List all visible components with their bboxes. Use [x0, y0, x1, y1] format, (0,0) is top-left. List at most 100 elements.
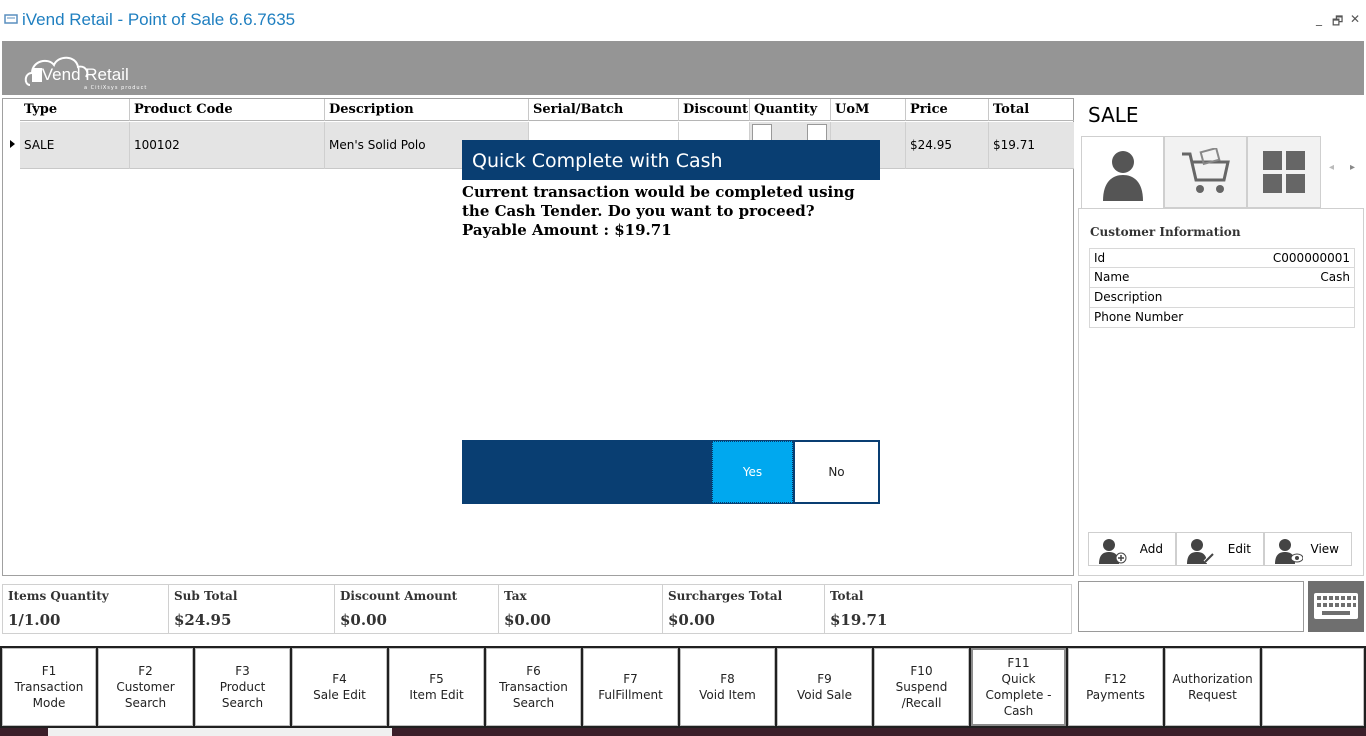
total-value: 1/1.00 — [8, 611, 61, 629]
f3-product-search-button[interactable]: F3 Product Search — [195, 648, 290, 726]
total-surcharges: Surcharges Total $0.00 — [663, 585, 825, 633]
field-value: C000000001 — [1272, 251, 1350, 265]
view-customer-button[interactable]: View — [1264, 532, 1352, 566]
add-customer-button[interactable]: Add — [1088, 532, 1176, 566]
no-button[interactable]: No — [794, 441, 879, 503]
app-icon — [4, 14, 18, 24]
total-label: Surcharges Total — [668, 589, 783, 603]
restore-button[interactable]: 🗗 — [1332, 12, 1343, 33]
column-header-type[interactable]: Type — [20, 99, 130, 121]
total-items-quantity: Items Quantity 1/1.00 — [3, 585, 169, 633]
logo-subtext: a CitiXsys product — [84, 85, 148, 91]
customer-info-title: Customer Information — [1090, 225, 1241, 239]
total-label: Sub Total — [174, 589, 238, 603]
tab-scroll-right-icon[interactable]: ▸ — [1350, 162, 1355, 173]
view-user-icon — [1275, 539, 1303, 564]
field-label: Name — [1094, 270, 1130, 284]
column-header-quantity[interactable]: Quantity — [750, 99, 831, 121]
customer-field-id: Id C000000001 — [1089, 248, 1355, 268]
empty-function-button[interactable] — [1262, 648, 1364, 726]
add-user-icon — [1099, 539, 1127, 564]
scan-input[interactable] — [1079, 582, 1303, 631]
totals-bar: Items Quantity 1/1.00 Sub Total $24.95 D… — [2, 584, 1072, 634]
header-banner: iVend Retail a CitiXsys product — [2, 41, 1364, 95]
total-tax: Tax $0.00 — [499, 585, 663, 633]
close-button[interactable]: ✕ — [1350, 12, 1360, 26]
keyboard-icon — [1314, 593, 1358, 619]
taskbar-search-box[interactable] — [48, 728, 392, 736]
customer-info-panel: Customer Information Id C000000001 Name … — [1078, 208, 1364, 576]
edit-customer-button[interactable]: Edit — [1176, 532, 1264, 566]
column-header-product-code[interactable]: Product Code — [130, 99, 325, 121]
grid-icon — [1263, 151, 1305, 193]
column-header-description[interactable]: Description — [325, 99, 529, 121]
f6-transaction-search-button[interactable]: F6 Transaction Search — [486, 648, 581, 726]
logo-text: iVend Retail — [38, 65, 129, 84]
edit-user-icon — [1187, 539, 1215, 564]
f11-quick-complete-cash-button[interactable]: F11 Quick Complete - Cash — [971, 648, 1066, 726]
side-panel: SALE ◂ ▸ Customer Information Id C000000… — [1078, 98, 1364, 576]
cart-icon — [1181, 148, 1230, 193]
total-grand: Total $19.71 — [825, 585, 1071, 633]
f4-sale-edit-button[interactable]: F4 Sale Edit — [292, 648, 387, 726]
row-selector-arrow-icon — [10, 140, 15, 148]
window-title: iVend Retail - Point of Sale 6.6.7635 — [22, 10, 296, 29]
total-label: Items Quantity — [8, 589, 109, 603]
function-key-bar: F1 Transaction Mode F2 Customer Search F… — [0, 646, 1366, 728]
on-screen-keyboard-button[interactable] — [1308, 581, 1364, 632]
cell-product-code: 100102 — [130, 122, 325, 169]
field-label: Id — [1094, 251, 1106, 265]
scan-input-box[interactable] — [1078, 581, 1304, 632]
total-label: Total — [830, 589, 864, 603]
yes-button[interactable]: Yes — [712, 441, 793, 503]
dialog-message: Current transaction would be completed u… — [462, 183, 855, 239]
taskbar — [0, 728, 1366, 736]
authorization-request-button[interactable]: Authorization Request — [1165, 648, 1260, 726]
tab-menu[interactable] — [1247, 136, 1321, 208]
column-header-serial-batch[interactable]: Serial/Batch — [529, 99, 679, 121]
cell-total: $19.71 — [993, 138, 1035, 152]
field-label: Phone Number — [1094, 310, 1184, 324]
cell-price: $24.95 — [906, 122, 989, 169]
total-value: $0.00 — [668, 611, 715, 629]
title-bar: iVend Retail - Point of Sale 6.6.7635 _ … — [0, 0, 1366, 41]
add-label: Add — [1139, 542, 1163, 556]
column-header-total[interactable]: Total — [989, 99, 1074, 121]
column-header-uom[interactable]: UoM — [831, 99, 906, 121]
field-label: Description — [1094, 290, 1163, 304]
column-header-discount[interactable]: Discount — [679, 99, 750, 121]
f10-suspend-recall-button[interactable]: F10 Suspend /Recall — [874, 648, 969, 726]
f7-fulfillment-button[interactable]: F7 FulFillment — [583, 648, 678, 726]
f9-void-sale-button[interactable]: F9 Void Sale — [777, 648, 872, 726]
cell-type: SALE — [20, 122, 130, 169]
dialog-title: Quick Complete with Cash — [462, 140, 880, 180]
edit-label: Edit — [1227, 542, 1251, 556]
column-header-price[interactable]: Price — [906, 99, 989, 121]
total-label: Tax — [504, 589, 527, 603]
field-value: Cash — [1320, 270, 1350, 284]
grid-header: Type Product Code Description Serial/Bat… — [20, 99, 1074, 121]
total-value: $19.71 — [830, 611, 888, 629]
customer-field-description: Description — [1089, 288, 1355, 308]
view-label: View — [1310, 542, 1339, 556]
tab-scroll-left-icon[interactable]: ◂ — [1329, 162, 1334, 173]
total-sub-total: Sub Total $24.95 — [169, 585, 335, 633]
minimize-button[interactable]: _ — [1316, 12, 1322, 26]
total-discount-amount: Discount Amount $0.00 — [335, 585, 499, 633]
customer-field-name: Name Cash — [1089, 268, 1355, 288]
total-label: Discount Amount — [340, 589, 458, 603]
ivend-logo: iVend Retail a CitiXsys product — [24, 45, 154, 93]
customer-icon — [1102, 150, 1143, 201]
total-value: $24.95 — [174, 611, 232, 629]
tab-cart[interactable] — [1164, 136, 1247, 208]
f5-item-edit-button[interactable]: F5 Item Edit — [389, 648, 484, 726]
total-value: $0.00 — [504, 611, 551, 629]
customer-field-phone: Phone Number — [1089, 308, 1355, 328]
f2-customer-search-button[interactable]: F2 Customer Search — [98, 648, 193, 726]
total-value: $0.00 — [340, 611, 387, 629]
f12-payments-button[interactable]: F12 Payments — [1068, 648, 1163, 726]
mode-label: SALE — [1088, 103, 1139, 127]
f8-void-item-button[interactable]: F8 Void Item — [680, 648, 775, 726]
f1-transaction-mode-button[interactable]: F1 Transaction Mode — [2, 648, 96, 726]
tab-customer[interactable] — [1081, 136, 1164, 210]
